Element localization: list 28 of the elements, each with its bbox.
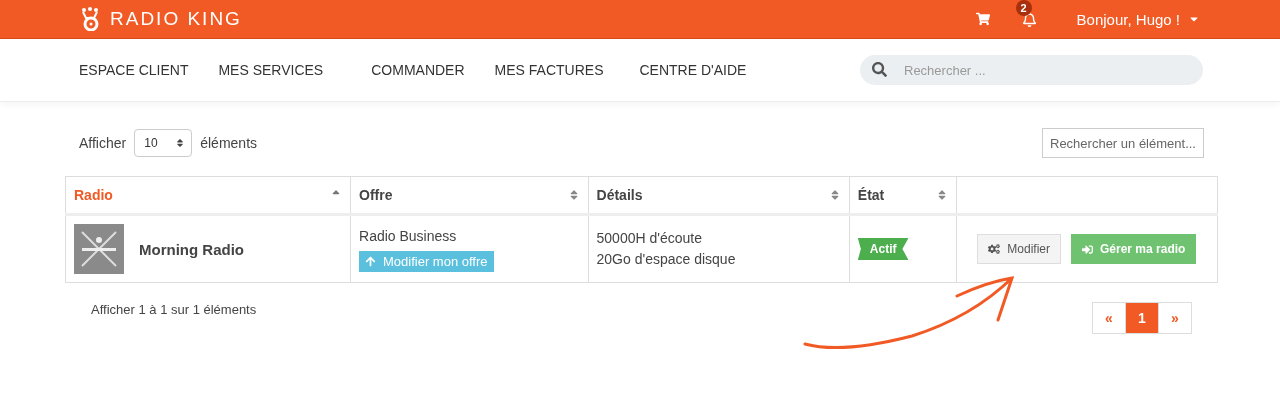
sort-icon xyxy=(175,138,186,148)
filter-field[interactable]: Rechercher un élément... xyxy=(1042,128,1204,158)
nav-link[interactable]: COMMANDER xyxy=(371,62,465,78)
gears-icon xyxy=(988,243,1001,255)
column-header[interactable]: État xyxy=(849,176,957,215)
arrow-up-icon xyxy=(365,256,376,267)
offer-name: Radio Business xyxy=(359,227,458,246)
notification-badge: 2 xyxy=(1015,0,1032,16)
sign-in-icon xyxy=(1082,243,1093,255)
search-field[interactable]: Rechercher ... xyxy=(860,55,1203,85)
nav-link[interactable]: MES FACTURES xyxy=(494,62,604,78)
nav-link[interactable]: MES SERVICES xyxy=(218,62,324,78)
elements-label: éléments xyxy=(200,135,258,151)
edit-button[interactable]: Modifier xyxy=(977,234,1061,264)
nav-link[interactable]: CENTRE D'AIDE xyxy=(639,62,747,78)
column-header[interactable]: Détails xyxy=(588,176,850,215)
table-info: Afficher 1 à 1 sur 1 éléments xyxy=(91,302,257,319)
nav-link[interactable]: ESPACE CLIENT xyxy=(79,62,189,78)
column-header[interactable]: Offre xyxy=(350,176,589,215)
page-size-select[interactable]: 10 xyxy=(134,129,193,157)
brand-name: RADIO KING xyxy=(110,8,242,30)
show-label: Afficher xyxy=(79,135,127,151)
detail-line: 20Go d'espace disque xyxy=(596,250,737,269)
status-label: Actif xyxy=(857,238,909,260)
cart-icon[interactable] xyxy=(975,12,990,26)
search-icon xyxy=(872,62,887,77)
radio-name: Morning Radio xyxy=(139,240,244,258)
detail-line: 50000H d'écoute xyxy=(596,229,703,248)
